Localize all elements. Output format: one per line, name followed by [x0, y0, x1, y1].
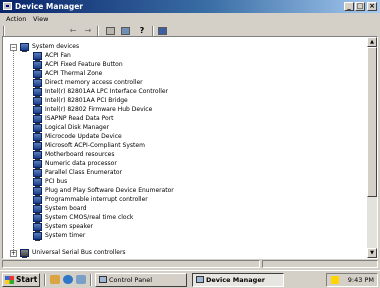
taskbar-separator: [44, 274, 46, 286]
device-icon: [33, 222, 42, 232]
device-icon: [33, 150, 42, 160]
device-icon: [33, 168, 42, 178]
tree-item-acpi-fixed-feature-button[interactable]: ACPI Fixed Feature Button: [33, 60, 123, 70]
expand-icon[interactable]: +: [10, 250, 17, 257]
device-tree: − System devices ACPI Fan ACPI Fixed Fea…: [2, 36, 378, 259]
system-devices-icon: [20, 42, 29, 52]
system-tray: 9:43 PM: [326, 273, 378, 287]
device-manager-icon: [3, 2, 12, 10]
device-icon: [33, 51, 42, 61]
device-icon: [33, 60, 42, 70]
clock[interactable]: 9:43 PM: [348, 274, 374, 286]
device-icon: [33, 69, 42, 79]
device-icon: [33, 213, 42, 223]
tree-item-isapnp-port[interactable]: ISAPNP Read Data Port: [33, 114, 114, 124]
status-bar: [0, 259, 380, 269]
tree-item-lpc-controller[interactable]: Intel(r) 82801AA LPC Interface Controlle…: [33, 87, 168, 97]
device-icon: [33, 123, 42, 133]
tray-icon[interactable]: [331, 276, 339, 284]
close-button[interactable]: ×: [367, 2, 377, 11]
help-button[interactable]: ?: [136, 26, 148, 36]
tree-item-motherboard-resources[interactable]: Motherboard resources: [33, 150, 114, 160]
tree-item-logical-disk-manager[interactable]: Logical Disk Manager: [33, 123, 109, 133]
control-panel-icon: [99, 276, 107, 283]
tree-item-acpi-fan[interactable]: ACPI Fan: [33, 51, 71, 61]
menu-bar: Action View: [0, 14, 380, 24]
scroll-down-button[interactable]: ▼: [367, 248, 377, 258]
toolbar-grip: [3, 26, 5, 36]
collapse-icon[interactable]: −: [10, 44, 17, 51]
tree-item-parallel-class-enumerator[interactable]: Parallel Class Enumerator: [33, 168, 122, 178]
tree-item-pci-bridge[interactable]: Intel(r) 82801AA PCI Bridge: [33, 96, 128, 106]
device-icon: [33, 204, 42, 214]
back-button[interactable]: ←: [67, 26, 79, 36]
vertical-scrollbar[interactable]: ▲ ▼: [367, 37, 377, 258]
tree-node-usb-controllers[interactable]: Universal Serial Bus controllers: [20, 248, 126, 258]
tree-item-pnp-software-enumerator[interactable]: Plug and Play Software Device Enumerator: [33, 186, 174, 196]
device-icon: [33, 105, 42, 115]
maximize-button[interactable]: □: [355, 2, 365, 11]
tree-node-system-devices[interactable]: System devices: [20, 42, 79, 52]
tree-item-system-timer[interactable]: System timer: [33, 231, 85, 241]
internet-explorer-icon[interactable]: [63, 275, 73, 284]
tree-item-dma-controller[interactable]: Direct memory access controller: [33, 78, 143, 88]
device-icon: [33, 96, 42, 106]
properties-icon[interactable]: [158, 27, 167, 35]
show-hide-tree-icon[interactable]: [121, 27, 130, 35]
tree-item-acpi-compliant-system[interactable]: Microsoft ACPI-Compliant System: [33, 141, 145, 151]
scroll-up-button[interactable]: ▲: [367, 37, 377, 47]
device-icon: [33, 177, 42, 187]
taskbar-separator: [90, 274, 92, 286]
status-pane-secondary: [262, 260, 378, 268]
forward-button[interactable]: →: [82, 26, 94, 36]
tree-item-pci-bus[interactable]: PCI bus: [33, 177, 67, 187]
outlook-express-icon[interactable]: [76, 275, 86, 284]
window-title: Device Manager: [15, 2, 83, 11]
tree-item-interrupt-controller[interactable]: Programmable interrupt controller: [33, 195, 148, 205]
toolbar-separator: [97, 26, 99, 36]
device-icon: [33, 141, 42, 151]
tree-item-system-cmos[interactable]: System CMOS/real time clock: [33, 213, 133, 223]
device-icon: [33, 114, 42, 124]
tree-item-numeric-data-processor[interactable]: Numeric data processor: [33, 159, 117, 169]
device-manager-icon: [196, 276, 204, 283]
usb-icon: [20, 248, 29, 258]
tree-item-system-speaker[interactable]: System speaker: [33, 222, 93, 232]
show-desktop-icon[interactable]: [50, 275, 60, 284]
windows-logo-icon: [5, 276, 14, 284]
tree-item-system-board[interactable]: System board: [33, 204, 87, 214]
device-icon: [33, 159, 42, 169]
device-icon: [33, 186, 42, 196]
status-pane-main: [2, 260, 260, 268]
start-button[interactable]: Start: [2, 273, 40, 287]
minimize-button[interactable]: _: [344, 2, 354, 11]
tree-item-firmware-hub[interactable]: Intel(r) 82802 Firmware Hub Device: [33, 105, 152, 115]
tree-item-microcode-update[interactable]: Microcode Update Device: [33, 132, 122, 142]
up-level-icon[interactable]: [106, 27, 115, 35]
toolbar-separator: [152, 26, 154, 36]
taskbar: Start Control Panel Device Manager 9:43 …: [0, 270, 380, 288]
task-device-manager[interactable]: Device Manager: [192, 273, 284, 287]
tree-item-acpi-thermal-zone[interactable]: ACPI Thermal Zone: [33, 69, 102, 79]
task-control-panel[interactable]: Control Panel: [95, 273, 187, 287]
device-icon: [33, 195, 42, 205]
tree-connector: [13, 47, 14, 254]
device-icon: [33, 78, 42, 88]
menu-view[interactable]: View: [33, 14, 48, 24]
scroll-thumb[interactable]: [367, 47, 377, 197]
device-icon: [33, 231, 42, 241]
device-icon: [33, 87, 42, 97]
device-icon: [33, 132, 42, 142]
menu-action[interactable]: Action: [6, 14, 26, 24]
title-bar: Device Manager _ □ ×: [0, 0, 380, 13]
